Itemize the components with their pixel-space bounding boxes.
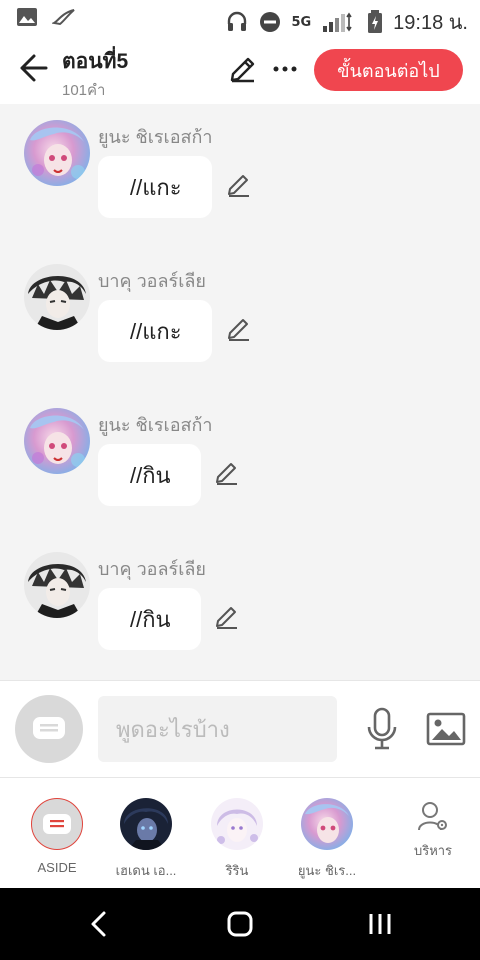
avatar — [211, 798, 263, 850]
avatar — [120, 798, 172, 850]
message-bubble[interactable]: //กิน — [98, 444, 201, 506]
pencil-icon[interactable] — [228, 54, 258, 84]
character-name: ASIDE — [37, 860, 77, 875]
app-bird-icon — [52, 9, 75, 26]
avatar[interactable] — [24, 408, 90, 474]
back-arrow-icon[interactable] — [14, 50, 50, 86]
nav-back-icon[interactable] — [82, 908, 118, 940]
chat-message: บาคุ วอลร์เลีย //แกะ — [0, 248, 480, 368]
character-selector: ASIDE เฮเดน เอ... ริริน ยูนะ ชิเร... บริ… — [0, 778, 480, 888]
system-nav-bar — [0, 888, 480, 960]
user-settings-icon — [418, 802, 447, 831]
signal-icon — [323, 12, 352, 32]
chat-bubble-icon — [43, 814, 71, 834]
character-name: ยูนะ ชิเร... — [297, 863, 357, 878]
header: ตอนที่5 101คำ ขั้นตอนต่อไป — [0, 36, 480, 104]
edit-message-icon[interactable] — [214, 460, 240, 486]
aside-avatar — [31, 798, 83, 850]
chat-message: บาคุ วอลร์เลีย //กิน — [0, 536, 480, 656]
do-not-disturb-icon — [260, 12, 281, 32]
character-name: เฮเดน เอ... — [115, 863, 177, 878]
character-name: ริริน — [225, 863, 249, 878]
character-aside[interactable]: ASIDE — [12, 798, 102, 875]
avatar — [301, 798, 353, 850]
status-bar: 5G 19:18 น. — [0, 0, 480, 36]
nav-recents-icon[interactable] — [362, 908, 398, 940]
manage-label: บริหาร — [413, 843, 453, 858]
more-options-icon[interactable] — [270, 54, 300, 84]
battery-icon — [368, 10, 383, 33]
character-yuna[interactable]: ยูนะ ชิเร... — [282, 798, 372, 881]
network-type: 5G — [291, 14, 312, 30]
microphone-icon[interactable] — [364, 707, 400, 751]
gallery-icon — [17, 8, 37, 26]
word-count: 101คำ — [62, 82, 106, 99]
chat-area[interactable]: ยูนะ ชิเรเอสก้า //แกะ บาคุ วอลร์เลีย //แ… — [0, 104, 480, 680]
avatar[interactable] — [24, 552, 90, 618]
message-sender: บาคุ วอลร์เลีย — [98, 271, 206, 291]
headphones-icon — [228, 11, 247, 31]
message-bubble[interactable]: //แกะ — [98, 300, 212, 362]
edit-message-icon[interactable] — [226, 172, 252, 198]
nav-home-icon[interactable] — [222, 908, 258, 940]
next-step-button[interactable]: ขั้นตอนต่อไป — [314, 49, 463, 91]
episode-title: ตอนที่5 — [62, 50, 129, 73]
edit-message-icon[interactable] — [226, 316, 252, 342]
edit-message-icon[interactable] — [214, 604, 240, 630]
message-input[interactable]: พูดอะไรบ้าง — [98, 696, 337, 762]
image-icon[interactable] — [426, 709, 466, 749]
avatar[interactable] — [24, 120, 90, 186]
chat-message: ยูนะ ชิเรเอสก้า //กิน — [0, 392, 480, 512]
character-heden[interactable]: เฮเดน เอ... — [101, 798, 191, 881]
chat-bubble-icon — [33, 717, 65, 739]
aside-toggle-button[interactable] — [15, 695, 83, 763]
message-bubble[interactable]: //แกะ — [98, 156, 212, 218]
message-bubble[interactable]: //กิน — [98, 588, 201, 650]
manage-characters-button[interactable]: บริหาร — [388, 800, 478, 861]
character-ririn[interactable]: ริริน — [192, 798, 282, 881]
message-sender: บาคุ วอลร์เลีย — [98, 559, 206, 579]
status-time: 19:18 น. — [393, 12, 468, 34]
message-sender: ยูนะ ชิเรเอสก้า — [98, 415, 213, 435]
avatar[interactable] — [24, 264, 90, 330]
message-sender: ยูนะ ชิเรเอสก้า — [98, 127, 213, 147]
message-composer: พูดอะไรบ้าง — [0, 680, 480, 778]
chat-message: ยูนะ ชิเรเอสก้า //แกะ — [0, 104, 480, 224]
